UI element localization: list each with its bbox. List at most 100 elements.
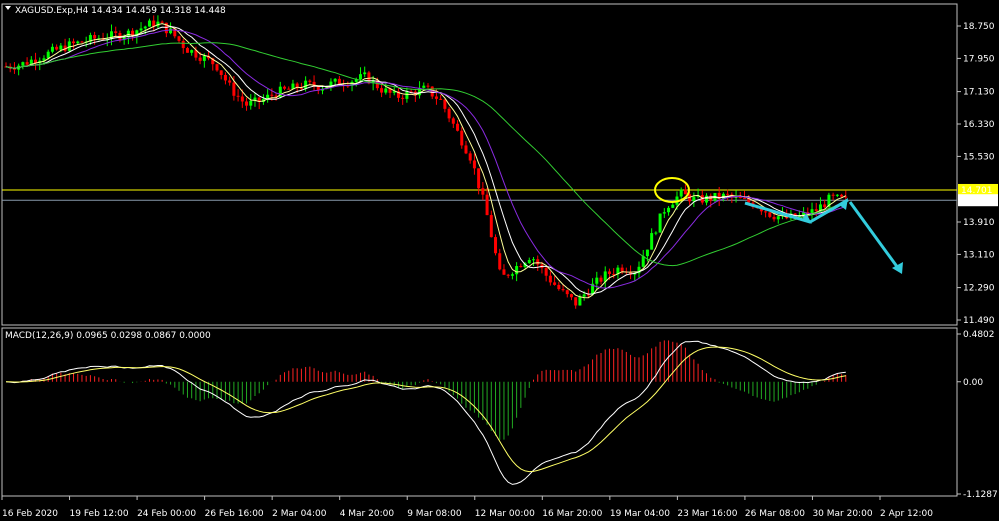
candle-body xyxy=(190,50,194,53)
candle-body xyxy=(21,62,25,66)
candle-body xyxy=(814,209,818,211)
candle-body xyxy=(198,57,202,61)
candle-body xyxy=(494,237,498,254)
candle-body xyxy=(671,204,675,208)
candle-body xyxy=(641,256,645,267)
price-tick-label: 17.130 xyxy=(963,88,995,98)
candle-body xyxy=(561,289,565,291)
candle-body xyxy=(544,268,548,276)
macd-line xyxy=(5,340,846,485)
time-tick-label: 2 Apr 12:00 xyxy=(880,509,933,519)
price-tick-label: 13.110 xyxy=(963,250,995,260)
candle-body xyxy=(764,211,768,213)
time-tick-label: 12 Mar 00:00 xyxy=(475,509,535,519)
forecast-arrow-down xyxy=(848,201,900,269)
candle-body xyxy=(582,294,586,297)
candle-body xyxy=(489,215,493,238)
candle-body xyxy=(439,98,443,100)
candle-body xyxy=(363,72,367,75)
candle-body xyxy=(299,88,303,90)
candle-body xyxy=(143,26,147,29)
candle-body xyxy=(840,194,844,197)
candle-body xyxy=(72,41,76,44)
macd-tick-label: 0.00 xyxy=(963,378,983,388)
candle-body xyxy=(456,123,460,131)
time-tick-label: 23 Mar 16:00 xyxy=(677,509,737,519)
candle-body xyxy=(662,212,666,214)
candle-body xyxy=(422,85,426,88)
candle-body xyxy=(654,232,658,234)
candle-body xyxy=(76,41,80,44)
candle-body xyxy=(548,275,552,283)
candle-body xyxy=(67,41,71,51)
candle-body xyxy=(46,51,50,59)
bid-price-label: 14.448 xyxy=(961,196,993,206)
macd-tick-label: -1.1287 xyxy=(963,490,998,500)
candle-body xyxy=(287,88,291,90)
candle-body xyxy=(743,198,746,200)
time-tick-label: 19 Feb 12:00 xyxy=(70,509,129,519)
candle-body xyxy=(472,160,476,169)
candle-body xyxy=(692,196,696,202)
candle-body xyxy=(181,40,185,49)
candle-body xyxy=(93,35,97,39)
candle-body xyxy=(426,85,430,87)
candle-body xyxy=(595,277,599,284)
time-tick-label: 2 Mar 04:00 xyxy=(272,509,327,519)
candle-body xyxy=(304,80,308,89)
candle-body xyxy=(578,296,582,306)
candle-body xyxy=(202,55,206,61)
candle-body xyxy=(553,282,557,285)
candle-body xyxy=(55,46,59,50)
candle-body xyxy=(434,96,438,99)
candle-body xyxy=(59,45,63,50)
candle-body xyxy=(515,266,519,275)
candle-body xyxy=(498,253,502,270)
candle-body xyxy=(586,294,590,296)
candle-body xyxy=(510,274,514,276)
candle-body xyxy=(823,204,827,208)
time-tick-label: 26 Mar 08:00 xyxy=(745,509,805,519)
candle-body xyxy=(607,271,611,274)
time-tick-label: 16 Feb 2020 xyxy=(2,509,58,519)
ma-slow-line xyxy=(5,29,846,289)
candle-body xyxy=(776,216,780,220)
candle-body xyxy=(460,130,464,146)
candle-body xyxy=(645,249,649,257)
symbol-header: XAGUSD.Exp,H4 14.434 14.459 14.318 14.44… xyxy=(15,6,226,16)
candle-body xyxy=(481,188,485,195)
candle-body xyxy=(650,233,654,250)
candle-body xyxy=(169,28,173,34)
candle-body xyxy=(240,96,244,102)
candle-body xyxy=(245,101,249,106)
candle-body xyxy=(679,189,683,197)
candle-body xyxy=(50,46,54,52)
candle-body xyxy=(223,75,227,81)
candle-body xyxy=(232,82,236,96)
price-tick-label: 13.910 xyxy=(963,218,995,228)
ma-long-line xyxy=(5,42,846,267)
candle-body xyxy=(25,62,29,65)
ma-mid-line xyxy=(5,25,847,295)
candle-body xyxy=(468,153,472,161)
candle-body xyxy=(236,95,240,97)
candle-body xyxy=(519,266,523,268)
chart-canvas: XAGUSD.Exp,H4 14.434 14.459 14.318 14.44… xyxy=(1,3,998,519)
candle-body xyxy=(219,70,223,76)
signal-line xyxy=(6,346,846,473)
candle-body xyxy=(485,194,489,216)
candle-body xyxy=(401,97,405,99)
candle-body xyxy=(177,36,181,41)
candle-body xyxy=(705,195,709,203)
candle-body xyxy=(228,80,232,83)
candle-body xyxy=(569,294,573,298)
candle-body xyxy=(831,194,835,196)
candle-body xyxy=(270,94,274,96)
candle-body xyxy=(380,88,384,93)
price-tick-label: 16.330 xyxy=(963,120,995,130)
candle-body xyxy=(620,267,624,272)
candle-body xyxy=(358,74,362,80)
candle-body xyxy=(447,108,451,119)
chart-window: XAGUSD.Exp,H4 14.434 14.459 14.318 14.44… xyxy=(0,0,999,521)
candle-body xyxy=(160,21,164,23)
